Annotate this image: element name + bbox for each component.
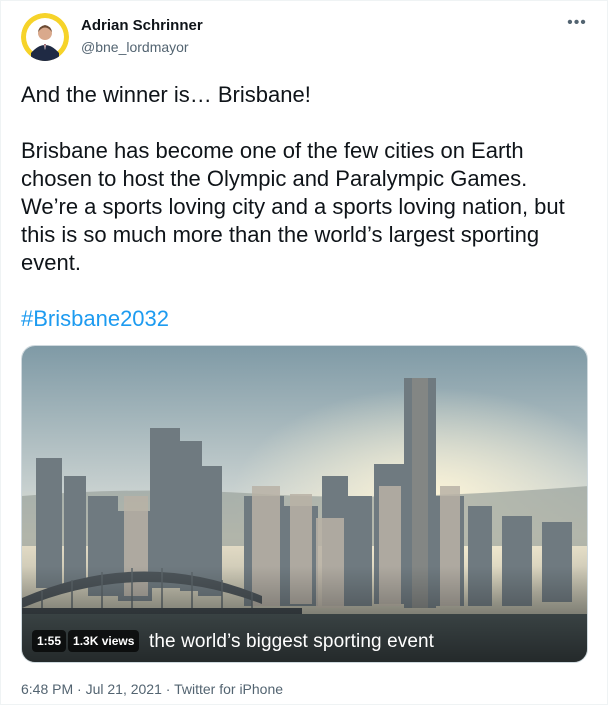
tweet-source[interactable]: Twitter for iPhone: [174, 681, 283, 697]
video-thumbnail: [22, 346, 587, 662]
author-avatar[interactable]: [21, 13, 69, 61]
tweet-time[interactable]: 6:48 PM: [21, 681, 73, 697]
video-badges: 1:55 1.3K views: [32, 630, 141, 652]
meta-separator: ·: [161, 681, 175, 697]
author-handle[interactable]: @bne_lordmayor: [81, 39, 189, 56]
tweet-card: Adrian Schrinner @bne_lordmayor ••• And …: [0, 0, 608, 705]
video-player[interactable]: 1:55 1.3K views the world’s biggest sport…: [21, 345, 588, 663]
video-views: 1.3K views: [68, 630, 140, 652]
tweet-meta: 6:48 PM · Jul 21, 2021 · Twitter for iPh…: [21, 681, 283, 698]
profile-photo-icon: [21, 13, 69, 61]
video-caption: the world’s biggest sporting event: [149, 631, 435, 652]
video-duration: 1:55: [32, 630, 67, 652]
meta-separator: ·: [73, 681, 86, 697]
tweet-text: And the winner is… Brisbane! Brisbane ha…: [21, 81, 581, 277]
tweet-paragraph: Brisbane has become one of the few citie…: [21, 138, 565, 275]
tweet-paragraph: And the winner is… Brisbane!: [21, 82, 311, 107]
author-name[interactable]: Adrian Schrinner: [81, 17, 203, 35]
tweet-date[interactable]: Jul 21, 2021: [86, 681, 162, 697]
more-options-icon[interactable]: •••: [565, 15, 589, 35]
hashtag-link[interactable]: #Brisbane2032: [21, 305, 169, 333]
